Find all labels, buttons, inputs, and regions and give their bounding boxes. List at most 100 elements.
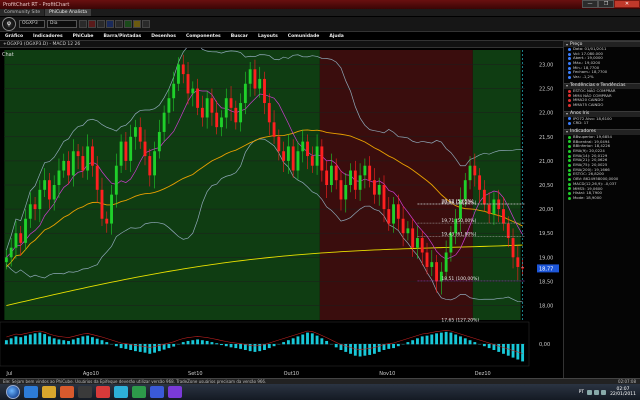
close-button[interactable]: ✕: [614, 0, 640, 8]
candle-body: [435, 262, 439, 282]
candle-body: [377, 185, 381, 195]
chart-header: +OGXP3 (OGXP3.D) - MACD 12 26: [0, 41, 563, 48]
candle-body: [286, 146, 290, 161]
candle-body: [382, 185, 386, 210]
price-chart[interactable]: 23,00 22,50 22,00 21,50 21,00 20,50 20,00 19,50…: [0, 48, 563, 378]
menu-barra-pintadas[interactable]: Barra/Pintadas: [98, 34, 146, 39]
symbol-input[interactable]: OGXP3: [19, 20, 45, 28]
status-dot-icon: [568, 192, 571, 196]
maximize-button[interactable]: ❐: [598, 0, 614, 8]
macd-bar: [253, 344, 257, 352]
taskbar-clock[interactable]: 02:07 22/01/2011: [610, 387, 636, 397]
macd-bar: [506, 344, 510, 356]
x-tick-label: Dez10: [475, 371, 491, 377]
excel-icon[interactable]: [132, 386, 146, 398]
macd-bar: [47, 336, 51, 345]
candle-body: [253, 69, 257, 89]
menu-ajuda[interactable]: Ajuda: [324, 34, 349, 39]
macd-bar: [14, 336, 18, 345]
menu-phicube[interactable]: PhiCube: [68, 34, 99, 39]
menu-buscar[interactable]: Buscar: [226, 34, 253, 39]
x-tick-label: Nov10: [379, 371, 395, 377]
menu-layouts[interactable]: Layouts: [253, 34, 283, 39]
macd-bar: [406, 342, 410, 345]
macd-bar: [435, 333, 439, 345]
status-dot-icon: [568, 168, 571, 172]
cursor-tool-icon[interactable]: [79, 20, 87, 28]
skype-icon[interactable]: [114, 386, 128, 398]
explorer-icon[interactable]: [42, 386, 56, 398]
chart-svg[interactable]: 23,00 22,50 22,00 21,50 21,00 20,50 20,00 19,50…: [0, 48, 563, 378]
text-tool-icon[interactable]: [142, 20, 150, 28]
chat-label: Chat: [2, 52, 14, 58]
fibonacci-tool-icon[interactable]: [133, 20, 141, 28]
fib-level-label: 20,09 (38,20%): [441, 200, 476, 206]
macd-bar: [138, 344, 142, 352]
macd-bar: [358, 344, 362, 357]
menu-indicadores[interactable]: Indicadores: [28, 34, 68, 39]
app-icon[interactable]: [168, 386, 182, 398]
minimize-button[interactable]: —: [582, 0, 598, 8]
ie-icon[interactable]: [24, 386, 38, 398]
candle-body: [406, 228, 410, 234]
panel-row-text: Mode: 18,9000: [573, 194, 602, 200]
macd-bar: [28, 334, 32, 345]
candle-tool-icon[interactable]: [88, 20, 96, 28]
macd-bar: [272, 344, 276, 347]
status-dot-icon: [568, 173, 571, 177]
battery-icon[interactable]: [601, 389, 607, 395]
macd-bar: [373, 344, 376, 354]
start-button[interactable]: [6, 385, 20, 399]
taskbar-date: 22/01/2011: [610, 392, 636, 397]
volume-icon[interactable]: [594, 389, 600, 395]
period-select[interactable]: Dia: [47, 20, 77, 28]
candle-body: [473, 165, 477, 176]
status-dot-icon: [568, 182, 571, 186]
candle-body: [306, 141, 309, 157]
candle-body: [272, 122, 276, 137]
word-icon[interactable]: [150, 386, 164, 398]
profit-icon[interactable]: [78, 386, 92, 398]
status-dot-icon: [568, 71, 571, 75]
macd-bar: [239, 344, 243, 349]
macd-bar: [95, 338, 99, 345]
candle-body: [401, 218, 405, 234]
macd-bar: [200, 340, 204, 345]
candle-body: [511, 238, 515, 258]
tab-phicube-analista[interactable]: PhiCube Analista: [45, 9, 92, 16]
chevron-down-icon: ▾: [566, 129, 569, 135]
candle-body: [363, 165, 367, 176]
macd-bar: [24, 335, 27, 345]
network-icon[interactable]: [587, 389, 593, 395]
macd-bar: [205, 340, 209, 345]
macd-bar: [210, 342, 214, 345]
candle-body: [86, 146, 90, 171]
candle-body: [430, 262, 434, 267]
menu-comunidade[interactable]: Comunidade: [283, 34, 325, 39]
tab-community-site[interactable]: Community Site: [0, 9, 45, 16]
menu-grafico[interactable]: Gráfico: [0, 34, 28, 39]
macd-bar: [291, 338, 295, 345]
language-indicator[interactable]: PT: [579, 390, 584, 395]
status-dot-icon: [568, 159, 571, 163]
candle-body: [301, 141, 305, 152]
media-icon[interactable]: [60, 386, 74, 398]
macd-bar: [301, 334, 305, 345]
candle-body: [277, 136, 281, 152]
chrome-icon[interactable]: [96, 386, 110, 398]
macd-bar: [148, 344, 152, 354]
menu-componentes[interactable]: Componentes: [181, 34, 226, 39]
macd-bar: [224, 344, 228, 347]
candle-body: [502, 209, 505, 224]
menu-desenhos[interactable]: Desenhos: [146, 34, 181, 39]
indicator-tool-icon[interactable]: [106, 20, 114, 28]
panel-row-text: Var.: -1,2%: [573, 74, 594, 80]
macd-bar: [33, 333, 37, 345]
zoom-tool-icon[interactable]: [115, 20, 123, 28]
candle-body: [114, 165, 118, 195]
macd-bar: [286, 340, 290, 345]
line-tool-icon[interactable]: [97, 20, 105, 28]
trend-tool-icon[interactable]: [124, 20, 132, 28]
y-tick-label: 22,50: [539, 87, 553, 93]
macd-bar: [487, 344, 491, 349]
